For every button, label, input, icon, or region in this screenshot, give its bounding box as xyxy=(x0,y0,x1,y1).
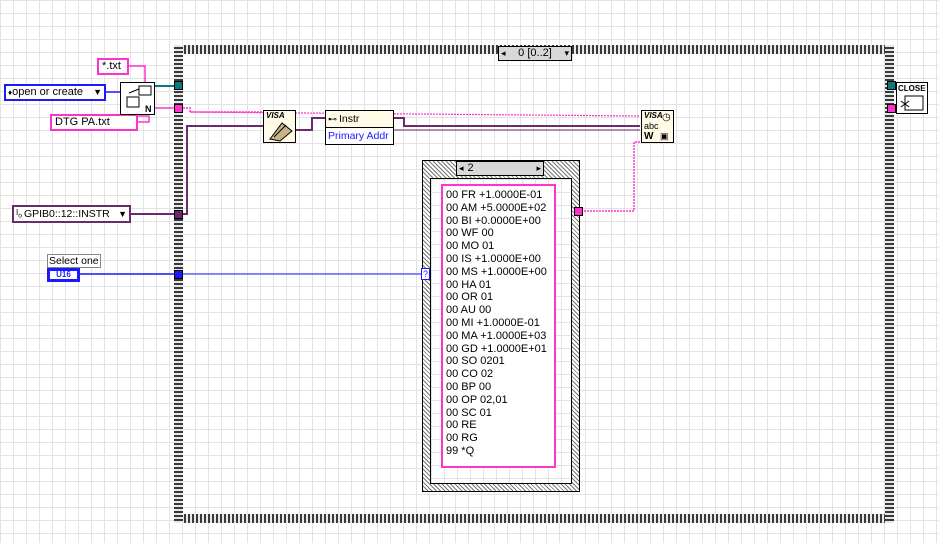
command-line: 00 RE xyxy=(446,419,477,432)
tunnel-visa[interactable] xyxy=(174,210,183,219)
sequence-bottom-border xyxy=(174,514,894,523)
visa-write-label: VISA xyxy=(644,111,663,120)
wire-string-top xyxy=(189,111,641,117)
frame-selector[interactable]: ◂ 0 [0..2] ▾ xyxy=(498,46,572,61)
property-node-header: ⊷ Instr xyxy=(326,111,393,128)
frame-selector-value: 0 [0..2] xyxy=(518,47,552,59)
io-icon: ▣ xyxy=(660,131,669,141)
command-line: 00 SO 0201 xyxy=(446,355,505,368)
close-icon[interactable]: CLOSE xyxy=(896,82,928,114)
case-output-tunnel[interactable] xyxy=(574,207,583,216)
command-line: 00 RG xyxy=(446,432,478,445)
case-selector-value: 2 xyxy=(467,162,474,174)
tunnel-right-pink[interactable] xyxy=(887,104,896,113)
command-line: 00 OP 02,01 xyxy=(446,393,508,406)
tunnel-right-file[interactable] xyxy=(887,81,896,90)
clock-icon: ◷ xyxy=(662,112,671,123)
open-mode-constant[interactable]: ♦ open or create ▼ xyxy=(4,84,106,101)
open-file-function-icon[interactable]: N xyxy=(120,82,155,115)
sequence-right-border xyxy=(885,45,894,523)
open-mode-text: open or create xyxy=(12,86,84,98)
command-line: 00 AU 00 xyxy=(446,304,492,317)
visa-write-icon[interactable]: VISA abc W ◷ ▣ xyxy=(641,110,674,143)
open-file-glyph: N xyxy=(126,85,152,114)
property-node-ref-icon: ⊷ xyxy=(328,113,337,124)
property-node-item[interactable]: Primary Addr xyxy=(326,129,393,144)
wire-visa-up xyxy=(183,125,263,215)
command-line: 00 BP 00 xyxy=(446,380,492,393)
file-name-text: DTG PA.txt xyxy=(55,116,110,128)
select-one-control[interactable]: U16 xyxy=(47,268,80,282)
visa-resource-constant[interactable]: Io GPIB0::12::INSTR ▼ xyxy=(12,205,131,223)
command-line: 00 MO 01 xyxy=(446,240,495,253)
case-selector-right-arrow[interactable]: ▸ xyxy=(536,162,541,175)
pattern-constant[interactable]: *.txt xyxy=(97,58,129,75)
property-node-instr: Instr xyxy=(339,113,360,125)
visa-open-glyph xyxy=(269,122,293,142)
property-node[interactable]: ⊷ Instr Primary Addr xyxy=(325,110,394,145)
command-list: 00 FR +1.0000E-01 00 AM +5.0000E+02 00 BI … xyxy=(446,189,554,458)
tunnel-select[interactable] xyxy=(174,270,183,279)
command-line: 00 HA 01 xyxy=(446,278,492,291)
command-line: 00 BI +0.0000E+00 xyxy=(446,214,541,227)
frame-selector-left-arrow[interactable]: ◂ xyxy=(501,47,506,60)
case-selector[interactable]: ◂ 2 ▸ xyxy=(456,161,544,176)
wire-string-case xyxy=(578,141,641,212)
command-line: 00 MA +1.0000E+03 xyxy=(446,329,547,342)
command-line: 00 AM +5.0000E+02 xyxy=(446,201,547,214)
command-line: 00 MI +1.0000E-01 xyxy=(446,316,540,329)
case-selector-terminal[interactable]: ? xyxy=(421,268,430,280)
property-node-primary: Primary Addr xyxy=(328,130,389,142)
close-glyph xyxy=(900,95,924,111)
select-one-label-text: Select one xyxy=(49,255,99,267)
command-line: 00 GD +1.0000E+01 xyxy=(446,342,547,355)
tunnel-file-refnum[interactable] xyxy=(174,81,183,90)
wire-visa-open-out xyxy=(296,117,326,131)
visa-write-abc: abc xyxy=(644,121,659,131)
select-one-type: U16 xyxy=(56,270,71,279)
wire-prop-out xyxy=(394,117,640,127)
visa-open-icon[interactable]: VISA xyxy=(263,110,296,143)
command-line: 00 SC 01 xyxy=(446,406,492,419)
command-line: 99 *Q xyxy=(446,444,475,457)
visa-resource-icon: Io xyxy=(16,208,22,220)
command-line: 00 CO 02 xyxy=(446,368,494,381)
frame-selector-dropdown-arrow[interactable]: ▾ xyxy=(564,47,569,60)
command-line: 00 FR +1.0000E-01 xyxy=(446,189,543,201)
select-one-type-badge: U16 xyxy=(50,271,77,279)
command-line: 00 WF 00 xyxy=(446,227,494,240)
visa-write-w: W xyxy=(644,131,654,142)
command-string-constant[interactable]: 00 FR +1.0000E-01 00 AM +5.0000E+02 00 BI … xyxy=(441,184,556,468)
file-name-constant[interactable]: DTG PA.txt xyxy=(50,114,138,131)
command-line: 00 MS +1.0000E+00 xyxy=(446,265,547,278)
wire-string-main xyxy=(183,107,265,113)
sequence-left-border xyxy=(174,45,183,523)
pattern-constant-text: *.txt xyxy=(102,60,121,72)
visa-dropdown-arrow-icon[interactable]: ▼ xyxy=(118,209,127,219)
visa-resource-text: GPIB0::12::INSTR xyxy=(23,208,110,220)
command-line: 00 IS +1.0000E+00 xyxy=(446,252,541,265)
svg-text:N: N xyxy=(145,104,152,114)
command-line: 00 OR 01 xyxy=(446,291,494,304)
select-one-label: Select one xyxy=(47,254,101,268)
tunnel-contents[interactable] xyxy=(174,104,183,113)
dropdown-arrow-icon[interactable]: ▼ xyxy=(93,86,102,99)
